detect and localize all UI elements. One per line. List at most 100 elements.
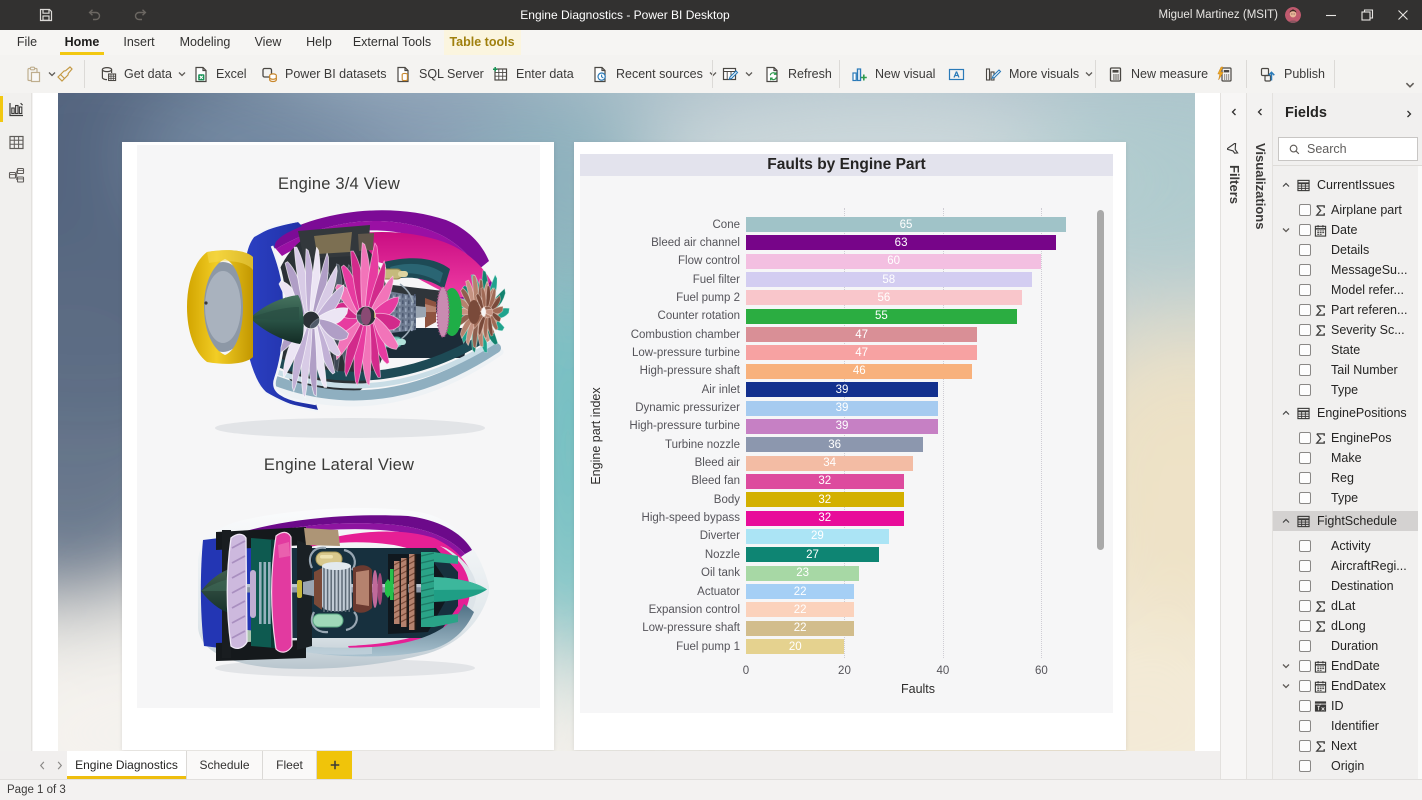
report-canvas[interactable]: Engine 3/4 ViewEngine Lateral ViewFaults…: [33, 93, 1220, 751]
field-row-aircraftregi-[interactable]: AircraftRegi...: [1273, 556, 1422, 576]
text-box-button[interactable]: [948, 55, 965, 93]
field-row-enddate[interactable]: EndDate: [1273, 656, 1422, 676]
expand-icon[interactable]: [1281, 225, 1291, 235]
menu-tab-external-tools[interactable]: External Tools: [349, 30, 435, 55]
redo-icon[interactable]: [133, 7, 149, 23]
close-button[interactable]: [1386, 0, 1420, 30]
field-checkbox[interactable]: [1299, 620, 1311, 632]
power-bi-datasets-button[interactable]: Power BI datasets: [261, 55, 386, 93]
field-checkbox[interactable]: [1299, 244, 1311, 256]
field-checkbox[interactable]: [1299, 264, 1311, 276]
recent-sources-button[interactable]: Recent sources: [592, 55, 718, 93]
field-row-messagesu-[interactable]: MessageSu...: [1273, 260, 1422, 280]
field-row-part-referen-[interactable]: Part referen...: [1273, 300, 1422, 320]
collapse-fields-icon[interactable]: [1404, 109, 1414, 119]
field-row-fightschedule[interactable]: FightSchedule: [1273, 511, 1422, 531]
field-checkbox[interactable]: [1299, 204, 1311, 216]
data-view-icon[interactable]: [8, 134, 25, 151]
save-icon[interactable]: [38, 7, 54, 23]
field-row-state[interactable]: State: [1273, 340, 1422, 360]
collapse-icon[interactable]: [1281, 408, 1291, 418]
field-row-origin[interactable]: Origin: [1273, 756, 1422, 776]
refresh-button[interactable]: Refresh: [764, 55, 832, 93]
menu-tab-home[interactable]: Home: [60, 30, 104, 55]
field-row-model-refer-[interactable]: Model refer...: [1273, 280, 1422, 300]
field-row-id[interactable]: ID: [1273, 696, 1422, 716]
field-row-airplane-part[interactable]: Airplane part: [1273, 200, 1422, 220]
minimize-button[interactable]: [1314, 0, 1348, 30]
field-row-enginepositions[interactable]: EnginePositions: [1273, 403, 1422, 423]
field-checkbox[interactable]: [1299, 304, 1311, 316]
transform-data-button[interactable]: [722, 55, 754, 93]
page-tab-schedule[interactable]: Schedule: [187, 751, 263, 779]
field-row-make[interactable]: Make: [1273, 448, 1422, 468]
field-row-details[interactable]: Details: [1273, 240, 1422, 260]
visualizations-pane-collapsed[interactable]: Visualizations: [1246, 93, 1272, 779]
field-checkbox[interactable]: [1299, 432, 1311, 444]
field-row-type[interactable]: Type: [1273, 380, 1422, 400]
excel-button[interactable]: Excel: [192, 55, 247, 93]
field-row-destination[interactable]: Destination: [1273, 576, 1422, 596]
field-checkbox[interactable]: [1299, 760, 1311, 772]
model-view-icon[interactable]: [8, 167, 25, 184]
field-row-enddatex[interactable]: EndDatex: [1273, 676, 1422, 696]
menu-tab-table-tools[interactable]: Table tools: [444, 30, 521, 55]
signed-in-user[interactable]: Miguel Martinez (MSIT): [1159, 0, 1279, 30]
field-checkbox[interactable]: [1299, 580, 1311, 592]
field-checkbox[interactable]: [1299, 660, 1311, 672]
field-row-dlong[interactable]: dLong: [1273, 616, 1422, 636]
field-checkbox[interactable]: [1299, 452, 1311, 464]
more-visuals-button[interactable]: More visuals: [985, 55, 1094, 93]
field-row-duration[interactable]: Duration: [1273, 636, 1422, 656]
chart-scrollbar[interactable]: [1097, 210, 1104, 550]
field-checkbox[interactable]: [1299, 324, 1311, 336]
report-view-icon[interactable]: [8, 101, 25, 118]
expand-icon[interactable]: [1281, 661, 1291, 671]
expand-icon[interactable]: [1281, 681, 1291, 691]
field-checkbox[interactable]: [1299, 700, 1311, 712]
field-checkbox[interactable]: [1299, 740, 1311, 752]
enter-data-button[interactable]: Enter data: [492, 55, 574, 93]
page-tab-engine-diagnostics[interactable]: Engine Diagnostics: [67, 751, 187, 779]
field-row-severity-sc-[interactable]: Severity Sc...: [1273, 320, 1422, 340]
user-avatar[interactable]: [1285, 7, 1301, 23]
undo-icon[interactable]: [86, 7, 102, 23]
engine-views-visual[interactable]: Engine 3/4 ViewEngine Lateral View: [122, 142, 554, 750]
field-row-activity[interactable]: Activity: [1273, 536, 1422, 556]
field-checkbox[interactable]: [1299, 364, 1311, 376]
collapse-icon[interactable]: [1281, 516, 1291, 526]
menu-tab-insert[interactable]: Insert: [116, 30, 162, 55]
field-checkbox[interactable]: [1299, 680, 1311, 692]
field-row-reg[interactable]: Reg: [1273, 468, 1422, 488]
expand-filters-icon[interactable]: [1229, 107, 1239, 117]
menu-tab-view[interactable]: View: [248, 30, 288, 55]
field-checkbox[interactable]: [1299, 224, 1311, 236]
menu-tab-help[interactable]: Help: [299, 30, 339, 55]
filters-pane-collapsed[interactable]: Filters: [1220, 93, 1246, 779]
restore-button[interactable]: [1350, 0, 1384, 30]
field-checkbox[interactable]: [1299, 344, 1311, 356]
field-checkbox[interactable]: [1299, 384, 1311, 396]
publish-button[interactable]: Publish: [1260, 55, 1325, 93]
field-row-date[interactable]: Date: [1273, 220, 1422, 240]
field-row-enginepos[interactable]: EnginePos: [1273, 428, 1422, 448]
new-visual-button[interactable]: New visual: [851, 55, 935, 93]
field-checkbox[interactable]: [1299, 284, 1311, 296]
faults-bar-chart-visual[interactable]: Faults by Engine PartCone65Bleed air cha…: [574, 142, 1126, 750]
expand-visualizations-icon[interactable]: [1255, 107, 1265, 117]
field-checkbox[interactable]: [1299, 640, 1311, 652]
new-page-button[interactable]: [317, 751, 352, 779]
menu-tab-modeling[interactable]: Modeling: [174, 30, 236, 55]
field-checkbox[interactable]: [1299, 540, 1311, 552]
field-row-next[interactable]: Next: [1273, 736, 1422, 756]
fields-scrollbar-track[interactable]: [1418, 166, 1422, 779]
next-page-arrow-icon[interactable]: [55, 760, 64, 771]
field-checkbox[interactable]: [1299, 560, 1311, 572]
prev-page-arrow-icon[interactable]: [38, 760, 47, 771]
field-row-tail-number[interactable]: Tail Number: [1273, 360, 1422, 380]
page-tab-fleet[interactable]: Fleet: [263, 751, 317, 779]
format-painter-button[interactable]: [56, 55, 73, 93]
new-measure-button[interactable]: New measure: [1107, 55, 1208, 93]
field-row-type[interactable]: Type: [1273, 488, 1422, 508]
field-row-currentissues[interactable]: CurrentIssues: [1273, 175, 1422, 195]
